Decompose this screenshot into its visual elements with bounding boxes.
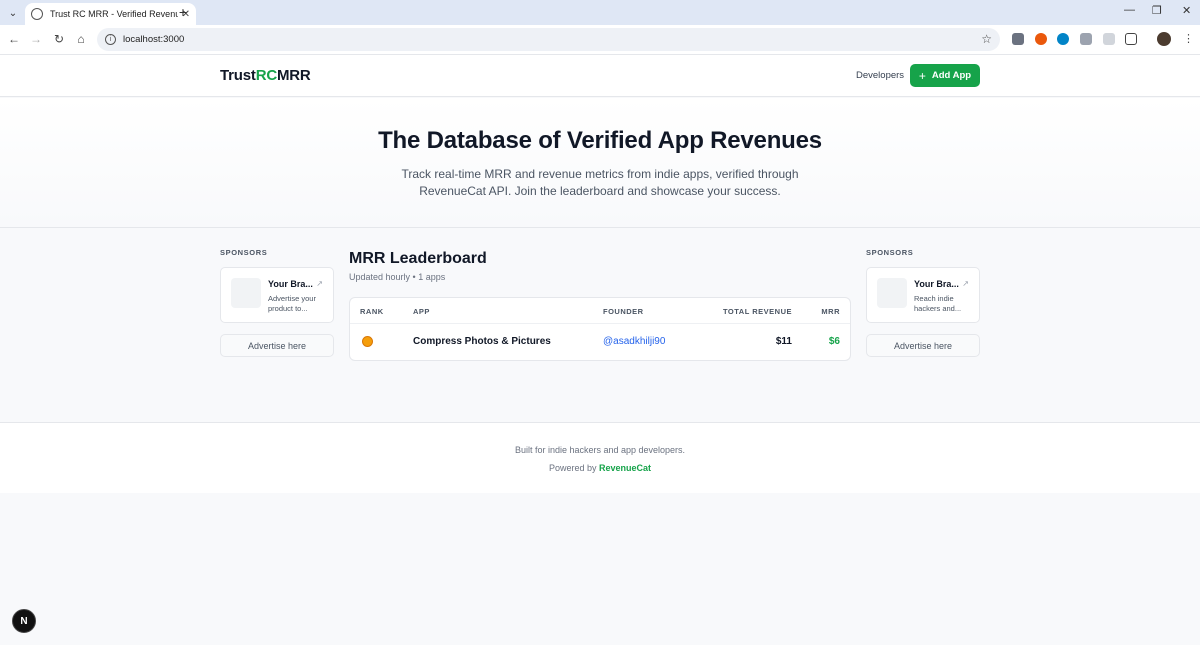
extension-icon[interactable]: [1012, 33, 1024, 45]
forward-icon[interactable]: →: [28, 32, 44, 46]
column-app: APP: [413, 307, 430, 316]
powered-by-text: Powered by: [548, 463, 597, 473]
browser-toolbar: ← → ↻ ⌂ i localhost:3000 ☆ ⋮: [0, 25, 1200, 55]
globe-icon: [31, 8, 43, 20]
url-text: localhost:3000: [123, 34, 185, 45]
advertise-here-button[interactable]: Advertise here: [866, 334, 980, 357]
leaderboard-subtitle: Updated hourly • 1 apps: [349, 272, 446, 282]
sponsor-card[interactable]: Your Bra... ↗ Advertise your product to.…: [220, 267, 334, 323]
column-rank: RANK: [360, 307, 384, 316]
sponsor-card[interactable]: Your Bra... ↗ Reach indie hackers and...: [866, 267, 980, 323]
reload-icon[interactable]: ↻: [51, 32, 67, 46]
advertise-here-button[interactable]: Advertise here: [220, 334, 334, 357]
mrr-leaderboard: MRR Leaderboard Updated hourly • 1 apps …: [349, 250, 851, 361]
back-icon[interactable]: ←: [6, 32, 22, 46]
extension-icon[interactable]: [1035, 33, 1047, 45]
extension-icon[interactable]: [1080, 33, 1092, 45]
tab-title: Trust RC MRR - Verified Revenue: [50, 9, 178, 19]
medal-icon: [362, 336, 373, 347]
external-link-icon: ↗: [962, 279, 969, 288]
address-bar[interactable]: i localhost:3000 ☆: [97, 28, 1000, 51]
leaderboard-title: MRR Leaderboard: [349, 250, 487, 267]
footer-powered-by: Powered by RevenueCat: [0, 463, 1200, 473]
founder-link[interactable]: @asadkhilji90: [603, 336, 665, 347]
table-row[interactable]: Compress Photos & Pictures @asadkhilji90…: [350, 324, 850, 361]
sponsor-logo-placeholder: [877, 278, 907, 308]
plus-icon: +: [918, 68, 926, 83]
logo-suffix: MRR: [276, 67, 311, 84]
close-window-icon[interactable]: ✕: [1182, 4, 1191, 17]
minimize-icon[interactable]: —: [1124, 4, 1135, 16]
extensions-puzzle-icon[interactable]: [1125, 33, 1137, 45]
column-total-revenue: TOTAL REVENUE: [722, 307, 792, 316]
sponsors-label: SPONSORS: [866, 248, 914, 257]
mrr-value: $6: [828, 336, 840, 347]
sponsor-description: Advertise your product to...: [268, 294, 316, 313]
extension-icon[interactable]: [1103, 33, 1115, 45]
home-icon[interactable]: ⌂: [73, 32, 89, 46]
revenuecat-link[interactable]: RevenueCat: [599, 463, 651, 473]
logo-prefix: Trust: [220, 67, 256, 84]
column-founder: FOUNDER: [603, 307, 644, 316]
site-logo[interactable]: TrustRCMRR: [220, 67, 311, 84]
total-revenue-value: $11: [775, 336, 792, 347]
sponsors-right: SPONSORS Your Bra... ↗ Reach indie hacke…: [866, 248, 980, 357]
profile-avatar[interactable]: [1157, 32, 1171, 46]
leaderboard-table: RANK APP FOUNDER TOTAL REVENUE MRR Compr…: [349, 297, 851, 361]
sponsors-label: SPONSORS: [220, 248, 268, 257]
logo-highlight: RC: [255, 67, 277, 84]
bookmark-star-icon[interactable]: ☆: [981, 32, 992, 46]
extension-icon[interactable]: [1057, 33, 1069, 45]
site-header: TrustRCMRR Developers + Add App: [0, 55, 1200, 97]
sponsor-description: Reach indie hackers and...: [914, 294, 962, 313]
browser-menu-icon[interactable]: ⋮: [1183, 32, 1194, 45]
developers-link[interactable]: Developers: [856, 70, 904, 81]
external-link-icon: ↗: [316, 279, 323, 288]
rank-cell: [362, 336, 373, 350]
browser-tab[interactable]: Trust RC MRR - Verified Revenue ✕: [25, 3, 196, 25]
site-info-icon[interactable]: i: [105, 34, 116, 45]
sponsor-name: Your Bra...: [914, 279, 959, 289]
new-tab-icon[interactable]: +: [176, 4, 190, 20]
nextjs-dev-badge[interactable]: N: [12, 609, 36, 633]
hero-subtitle: Track real-time MRR and revenue metrics …: [401, 167, 799, 198]
sponsors-left: SPONSORS Your Bra... ↗ Advertise your pr…: [220, 248, 334, 357]
browser-tabstrip: ⌄ Trust RC MRR - Verified Revenue ✕ + — …: [0, 0, 1200, 25]
hero-section: The Database of Verified App Revenues Tr…: [0, 98, 1200, 228]
app-name[interactable]: Compress Photos & Pictures: [413, 336, 551, 347]
add-app-label: Add App: [931, 70, 972, 81]
column-mrr: MRR: [821, 307, 840, 316]
site-footer: Built for indie hackers and app develope…: [0, 422, 1200, 493]
restore-icon[interactable]: ❐: [1152, 4, 1162, 17]
hero-title: The Database of Verified App Revenues: [378, 127, 822, 154]
sponsor-name: Your Bra...: [268, 279, 313, 289]
table-header: RANK APP FOUNDER TOTAL REVENUE MRR: [350, 298, 850, 324]
tab-search-icon[interactable]: ⌄: [4, 4, 22, 22]
footer-tagline: Built for indie hackers and app develope…: [514, 445, 686, 455]
add-app-button[interactable]: + Add App: [910, 64, 980, 87]
sponsor-logo-placeholder: [231, 278, 261, 308]
